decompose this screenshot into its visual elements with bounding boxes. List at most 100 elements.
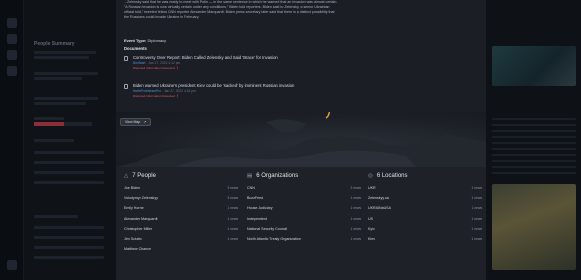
- background-nav-icon: [7, 34, 17, 44]
- location-name[interactable]: US: [368, 217, 373, 221]
- person-name[interactable]: Joe Biden: [124, 186, 140, 190]
- organizations-heading: ▤ 6 Organizations: [247, 173, 361, 185]
- organization-news-count: 2 news: [350, 186, 361, 190]
- background-text-line: [34, 215, 78, 218]
- person-name[interactable]: Christopher Miller: [124, 227, 152, 231]
- background-text-line: [34, 102, 86, 105]
- organization-name[interactable]: House Judiciary: [247, 206, 273, 210]
- background-text-line: [34, 256, 104, 259]
- location-name[interactable]: Kiev: [368, 237, 375, 241]
- expand-icon: ↗: [143, 120, 147, 124]
- location-name[interactable]: Zelenskyy.ua: [368, 196, 389, 200]
- document-title[interactable]: Controversy Over Report: Biden Called Ze…: [133, 55, 278, 60]
- person-item[interactable]: Volodymyr Zelenskyy 3 news: [124, 195, 238, 205]
- entities-section: △ 7 People Joe Biden 3 news Volodymyr Zele…: [116, 167, 486, 280]
- organization-news-count: 1 news: [350, 226, 361, 231]
- locations-heading-text: 6 Locations: [376, 173, 408, 179]
- organization-name[interactable]: North Atlantic Treaty Organization: [247, 237, 301, 241]
- background-text-line: [34, 171, 104, 174]
- location-item[interactable]: UKRAINaUSA 1 news: [368, 205, 482, 215]
- organization-item[interactable]: House Judiciary 1 news: [247, 205, 361, 215]
- location-item[interactable]: Zelenskyy.ua 1 news: [368, 195, 482, 205]
- background-text-line: [34, 97, 98, 100]
- organization-news-count: 1 news: [350, 206, 361, 211]
- event-map[interactable]: View Map ↗: [116, 112, 486, 167]
- background-article-snippet: [492, 118, 576, 178]
- organization-item[interactable]: BuzzFeed 1 news: [247, 195, 361, 205]
- document-icon: [124, 84, 128, 89]
- user-icon: △: [124, 173, 129, 179]
- document-source[interactable]: NorthPoleNewsPro: [133, 89, 161, 93]
- event-description: ...Zelensky said that he was ready to me…: [124, 0, 338, 20]
- locations-heading: ◎ 6 Locations: [368, 173, 482, 185]
- location-item[interactable]: US 1 news: [368, 216, 482, 226]
- person-name[interactable]: Volodymyr Zelenskyy: [124, 196, 158, 200]
- person-item[interactable]: Emily Horne 1 news: [124, 205, 238, 215]
- view-map-label: View Map: [125, 120, 141, 124]
- person-item[interactable]: Christopher Miller 1 news: [124, 226, 238, 236]
- location-news-count: 1 news: [471, 236, 482, 241]
- background-photo-thumbnail: [492, 184, 576, 270]
- background-map-thumbnail: [492, 46, 576, 86]
- organization-name[interactable]: BuzzFeed: [247, 196, 263, 200]
- background-text-line: [34, 161, 104, 164]
- person-news-count: 1 news: [227, 216, 238, 221]
- person-news-count: 3 news: [227, 186, 238, 190]
- location-item[interactable]: UKR 1 news: [368, 185, 482, 195]
- person-news-count: 1 news: [227, 226, 238, 231]
- person-name[interactable]: Emily Horne: [124, 206, 144, 210]
- background-text-line: [34, 139, 74, 142]
- location-marker-icon[interactable]: [116, 112, 486, 167]
- person-item[interactable]: Jim Sciutto 1 news: [124, 236, 238, 246]
- event-type: Event Type: Diplomacy: [124, 38, 166, 43]
- location-name[interactable]: UKRAINaUSA: [368, 206, 391, 210]
- organization-name[interactable]: CNN: [247, 186, 255, 190]
- background-text-line: [34, 151, 104, 154]
- organization-item[interactable]: North Atlantic Treaty Organization 1 news: [247, 236, 361, 246]
- background-text-line: [34, 181, 104, 184]
- person-name[interactable]: Alexander Marquardt: [124, 217, 158, 221]
- location-icon: ◎: [368, 173, 373, 179]
- person-item[interactable]: Joe Biden 3 news: [124, 185, 238, 195]
- background-nav-icon: [7, 50, 17, 60]
- background-nav-icon: [7, 260, 17, 270]
- organization-item[interactable]: Independent 1 news: [247, 216, 361, 226]
- document-meta: Breitbart · Jan 27, 2022 4:12 pm: [133, 61, 181, 65]
- person-news-count: 3 news: [227, 196, 238, 201]
- location-news-count: 1 news: [471, 186, 482, 190]
- organization-news-count: 1 news: [350, 196, 361, 201]
- organization-name[interactable]: Independent: [247, 217, 267, 221]
- folder-icon: ▤: [247, 173, 253, 179]
- organization-name[interactable]: National Security Council: [247, 227, 287, 231]
- warning-icon: ❗: [175, 66, 180, 70]
- document-date: Jan 27, 2022 4:24 pm: [163, 89, 196, 93]
- people-column: △ 7 People Joe Biden 3 news Volodymyr Zele…: [124, 173, 238, 256]
- view-map-button[interactable]: View Map ↗: [120, 118, 152, 126]
- person-name[interactable]: Matthew Chance: [124, 247, 151, 251]
- background-nav-icon: [7, 66, 17, 76]
- document-source[interactable]: Breitbart: [133, 61, 145, 65]
- background-text-line: [34, 236, 104, 239]
- location-item[interactable]: Kyiv 1 news: [368, 226, 482, 236]
- background-text-line: [34, 117, 64, 120]
- location-news-count: 1 news: [471, 226, 482, 231]
- organization-news-count: 1 news: [350, 236, 361, 241]
- background-text-line: [34, 51, 96, 54]
- organization-item[interactable]: CNN 2 news: [247, 185, 361, 195]
- person-item[interactable]: Matthew Chance: [124, 246, 238, 256]
- background-text-line: [34, 77, 82, 80]
- person-news-count: 1 news: [227, 206, 238, 211]
- location-name[interactable]: UKR: [368, 186, 376, 190]
- organizations-heading-text: 6 Organizations: [256, 173, 299, 179]
- documents-heading: Documents: [124, 46, 147, 51]
- location-item[interactable]: Kiev 1 news: [368, 236, 482, 246]
- location-name[interactable]: Kyiv: [368, 227, 375, 231]
- organization-item[interactable]: National Security Council 1 news: [247, 226, 361, 236]
- background-text-line: [34, 226, 104, 229]
- person-name[interactable]: Jim Sciutto: [124, 237, 142, 241]
- disputed-info-label: Disputed Information Detected: [133, 66, 175, 70]
- document-title[interactable]: Biden warned Ukraine's president Kiev co…: [133, 83, 294, 88]
- event-type-value: Diplomacy: [147, 38, 167, 43]
- person-item[interactable]: Alexander Marquardt 1 news: [124, 216, 238, 226]
- location-news-count: 1 news: [471, 206, 482, 211]
